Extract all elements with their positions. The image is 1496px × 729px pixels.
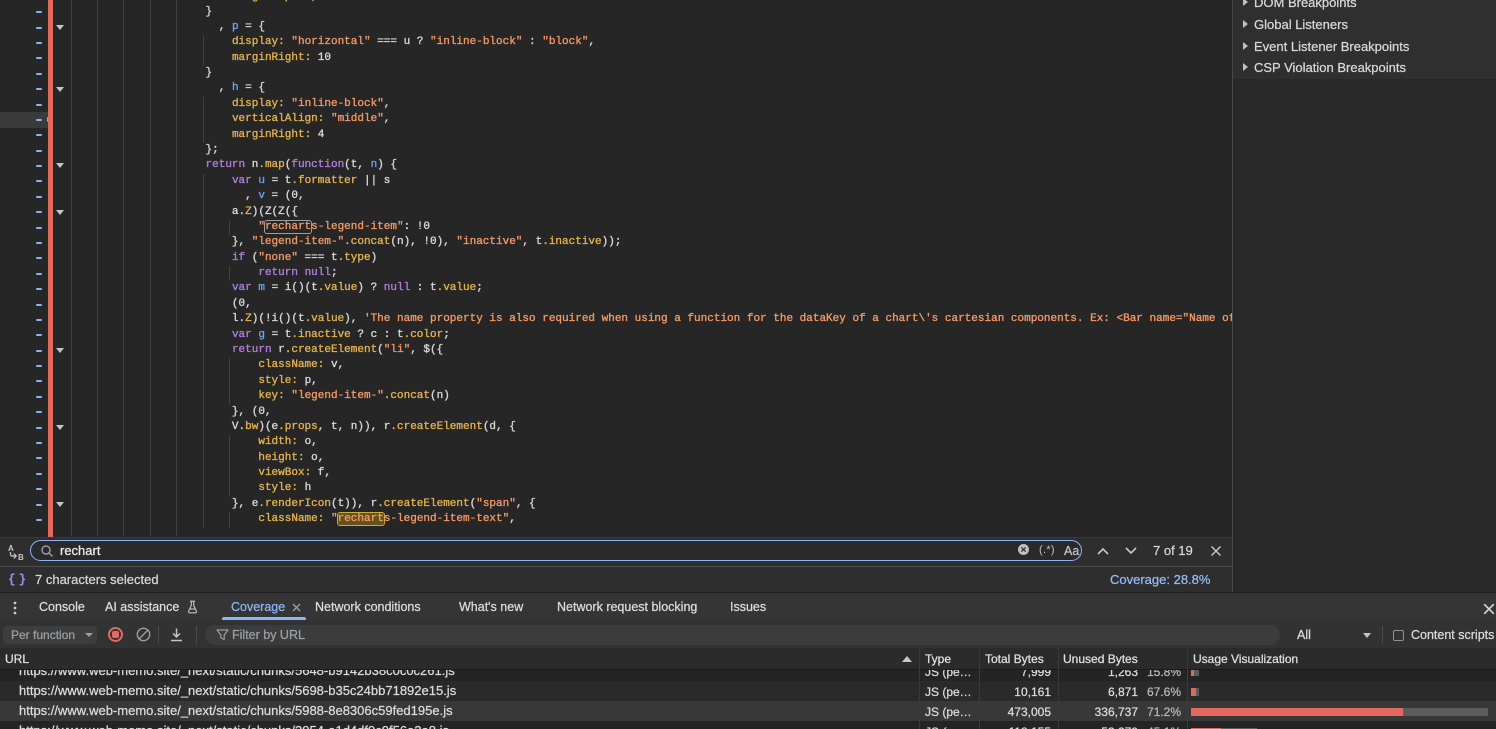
svg-text:A: A [8, 544, 14, 553]
svg-text:B: B [18, 553, 24, 561]
